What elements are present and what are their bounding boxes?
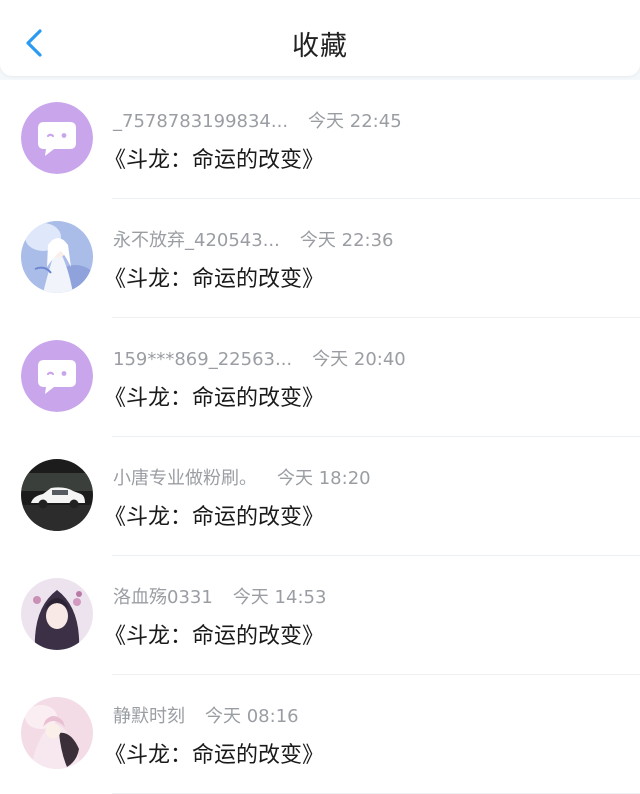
item-meta: 洛血殇0331 今天 14:53 [113,583,326,609]
anime-girl-white-hair-avatar[interactable] [21,221,93,293]
item-meta: 永不放弃_420543... 今天 22:36 [113,226,394,252]
default-chat-avatar[interactable] [21,340,93,412]
timestamp: 今天 20:40 [312,349,406,370]
book-title[interactable]: 《斗龙：命运的改变》 [104,499,324,531]
default-chat-avatar[interactable] [21,102,93,174]
timestamp: 今天 18:20 [277,468,371,489]
timestamp: 今天 22:45 [308,111,402,132]
user-name: 永不放弃_420543... [113,230,280,251]
anime-girl-pink-avatar[interactable] [21,697,93,769]
user-name: 小唐专业做粉刷。 [113,468,257,489]
item-meta: 小唐专业做粉刷。 今天 18:20 [113,464,371,490]
page-title: 收藏 [292,31,348,62]
book-title[interactable]: 《斗龙：命运的改变》 [104,618,324,650]
book-title[interactable]: 《斗龙：命运的改变》 [104,261,324,293]
book-title[interactable]: 《斗龙：命运的改变》 [104,142,324,174]
user-name: 159***869_22563... [113,349,293,370]
timestamp: 今天 08:16 [205,706,299,727]
user-name: _7578783199834... [113,111,289,132]
anime-girl-dark-hair-avatar[interactable] [21,578,93,650]
favorite-item[interactable]: 洛血殇0331 今天 14:53 《斗龙：命运的改变》 [0,556,640,675]
favorite-item[interactable]: 小唐专业做粉刷。 今天 18:20 《斗龙：命运的改变》 [0,437,640,556]
favorite-item[interactable]: _7578783199834... 今天 22:45 《斗龙：命运的改变》 [0,80,640,199]
item-meta: 静默时刻 今天 08:16 [113,702,299,728]
white-car-avatar[interactable] [21,459,93,531]
book-title[interactable]: 《斗龙：命运的改变》 [104,737,324,769]
timestamp: 今天 22:36 [299,230,394,251]
favorite-item[interactable]: 159***869_22563... 今天 20:40 《斗龙：命运的改变》 [0,318,640,437]
favorite-item[interactable]: 静默时刻 今天 08:16 《斗龙：命运的改变》 [0,675,640,794]
top-bar: 收藏 [0,0,640,76]
item-meta: _7578783199834... 今天 22:45 [113,107,402,133]
user-name: 静默时刻 [113,706,185,727]
favorites-list: _7578783199834... 今天 22:45 《斗龙：命运的改变》 永不放… [0,80,640,794]
user-name: 洛血殇0331 [113,587,213,608]
book-title[interactable]: 《斗龙：命运的改变》 [104,380,324,412]
item-meta: 159***869_22563... 今天 20:40 [113,345,406,371]
timestamp: 今天 14:53 [232,587,327,608]
favorite-item[interactable]: 永不放弃_420543... 今天 22:36 《斗龙：命运的改变》 [0,199,640,318]
